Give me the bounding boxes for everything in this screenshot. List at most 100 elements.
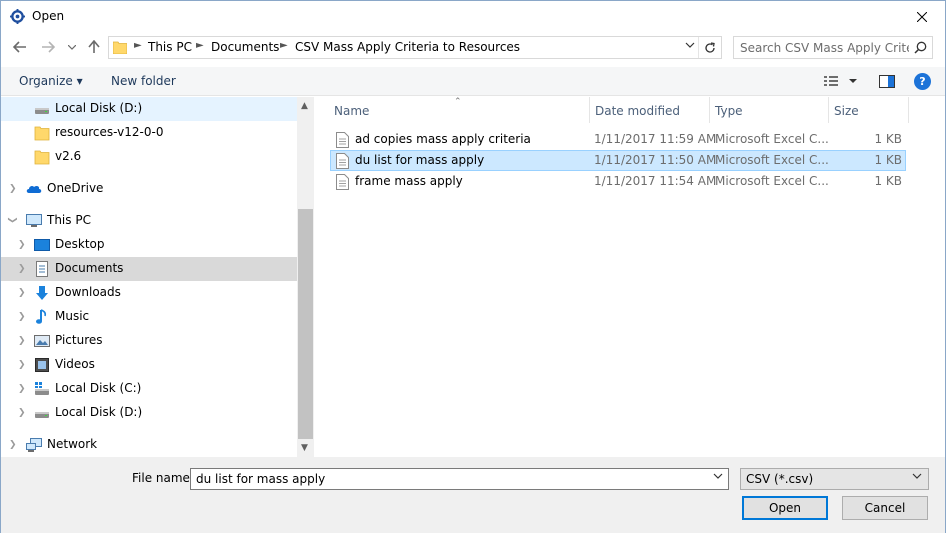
chevron-right-icon[interactable]: ❯ [18,336,26,346]
scroll-down-icon[interactable]: ▼ [301,443,308,453]
nav-item-local-disk-d-top[interactable]: Local Disk (D:) [1,97,297,121]
refresh-button[interactable] [698,37,721,58]
nav-item-label: Local Disk (D:) [55,405,143,419]
nav-item-label: resources-v12-0-0 [55,125,164,139]
desktop-icon [34,239,50,251]
open-button-label: Open [768,501,802,515]
chevron-right-icon[interactable]: ❯ [18,240,26,250]
app-gear-icon [10,9,25,24]
nav-item-label: Music [55,309,90,323]
search-input[interactable] [734,37,909,58]
up-arrow-icon [88,40,100,53]
drive-icon [35,412,49,418]
chevron-right-icon[interactable]: ❯ [9,184,17,194]
file-type: Microsoft Excel C... [715,153,829,167]
column-header-type[interactable]: Type [709,97,829,123]
chevron-down-icon [912,473,922,479]
forward-button[interactable] [40,39,56,55]
nav-item-label: OneDrive [47,181,104,195]
file-size: 1 KB [874,174,902,188]
forward-arrow-icon [42,41,55,53]
chevron-right-icon[interactable]: ❯ [9,440,17,450]
nav-item-onedrive[interactable]: ❯ OneDrive [1,177,297,201]
nav-item-desktop[interactable]: ❯ Desktop [1,233,297,257]
column-header-size[interactable]: Size [828,97,909,123]
chevron-right-icon[interactable]: ❯ [18,264,26,274]
address-bar[interactable]: ► This PC ► Documents ► CSV Mass Apply C… [108,36,722,59]
breadcrumb-current-folder[interactable]: CSV Mass Apply Criteria to Resources [295,40,520,54]
breadcrumb-this-pc[interactable]: This PC [148,40,192,54]
up-button[interactable] [86,39,102,55]
column-header-date[interactable]: Date modified [589,97,710,123]
preview-pane-button[interactable] [879,75,895,91]
nav-item-documents[interactable]: ❯ Documents [1,257,297,281]
computer-icon [26,214,42,227]
scrollbar-thumb[interactable] [298,209,313,439]
network-icon [26,438,42,452]
recent-locations-button[interactable] [66,39,78,55]
file-size: 1 KB [874,153,902,167]
breadcrumb-separator-icon: ► [134,40,142,51]
chevron-down-icon [68,44,76,50]
file-row[interactable]: ad copies mass apply criteria 1/11/2017 … [330,129,906,150]
pictures-icon [34,335,50,347]
breadcrumb-separator-icon: ► [196,40,204,51]
column-header-name-label: Name [334,104,370,118]
file-name: du list for mass apply [355,153,485,167]
csv-file-icon [336,132,349,148]
back-arrow-icon [13,41,26,53]
nav-item-v2-6[interactable]: v2.6 [1,145,297,169]
change-view-button[interactable] [823,75,859,90]
column-header-type-label: Type [715,104,743,118]
scroll-up-icon[interactable]: ▲ [301,101,308,111]
nav-item-pictures[interactable]: ❯ Pictures [1,329,297,353]
nav-item-music[interactable]: ❯ Music [1,305,297,329]
organize-button[interactable]: Organize ▾ [19,74,83,88]
file-name-input[interactable]: du list for mass apply [190,468,729,490]
chevron-down-icon[interactable] [713,473,723,479]
file-name-value: du list for mass apply [196,472,326,486]
file-type-filter-select[interactable]: CSV (*.csv) [740,468,929,490]
nav-item-local-disk-c[interactable]: ❯ Local Disk (C:) [1,377,297,401]
nav-item-label: This PC [47,213,91,227]
chevron-right-icon[interactable]: ❯ [18,360,26,370]
csv-file-icon [336,153,349,169]
new-folder-button[interactable]: New folder [111,74,176,88]
help-icon: ? [919,75,926,88]
file-name: frame mass apply [355,174,463,188]
open-dialog: Open ► This PC ► Documents ► CSV Mass Ap… [0,0,946,533]
breadcrumb-documents[interactable]: Documents [211,40,279,54]
chevron-right-icon[interactable]: ❯ [18,384,26,394]
nav-item-downloads[interactable]: ❯ Downloads [1,281,297,305]
back-button[interactable] [12,39,28,55]
nav-item-this-pc[interactable]: ❯ This PC [1,209,297,233]
refresh-icon [705,41,715,53]
help-button[interactable]: ? [914,73,931,90]
window-title: Open [32,9,65,23]
file-type: Microsoft Excel C... [715,132,829,146]
chevron-right-icon[interactable]: ❯ [18,408,26,418]
nav-item-resources-v12-0-0[interactable]: resources-v12-0-0 [1,121,297,145]
file-row[interactable]: frame mass apply 1/11/2017 11:54 AM Micr… [330,171,906,192]
downloads-icon [36,286,48,300]
nav-item-local-disk-d[interactable]: ❯ Local Disk (D:) [1,401,297,425]
file-row-selected[interactable]: du list for mass apply 1/11/2017 11:50 A… [330,150,906,171]
nav-item-videos[interactable]: ❯ Videos [1,353,297,377]
open-button[interactable]: Open [742,496,828,520]
search-box[interactable] [733,36,933,59]
address-dropdown-icon[interactable] [685,42,695,48]
title-bar: Open [1,1,945,32]
navigation-scrollbar[interactable]: ▲ ▼ [297,97,314,457]
preview-pane-icon [879,75,895,88]
cancel-button[interactable]: Cancel [842,496,928,520]
chevron-down-icon[interactable]: ❯ [7,216,17,224]
column-header-size-label: Size [834,104,859,118]
close-button[interactable] [899,1,945,32]
column-header-name[interactable]: Name [328,97,590,123]
nav-item-label: Pictures [55,333,103,347]
chevron-right-icon[interactable]: ❯ [18,288,26,298]
file-name-label: File name: [132,471,194,485]
chevron-right-icon[interactable]: ❯ [18,312,26,322]
nav-item-label: Videos [55,357,95,371]
nav-item-network[interactable]: ❯ Network [1,433,297,457]
